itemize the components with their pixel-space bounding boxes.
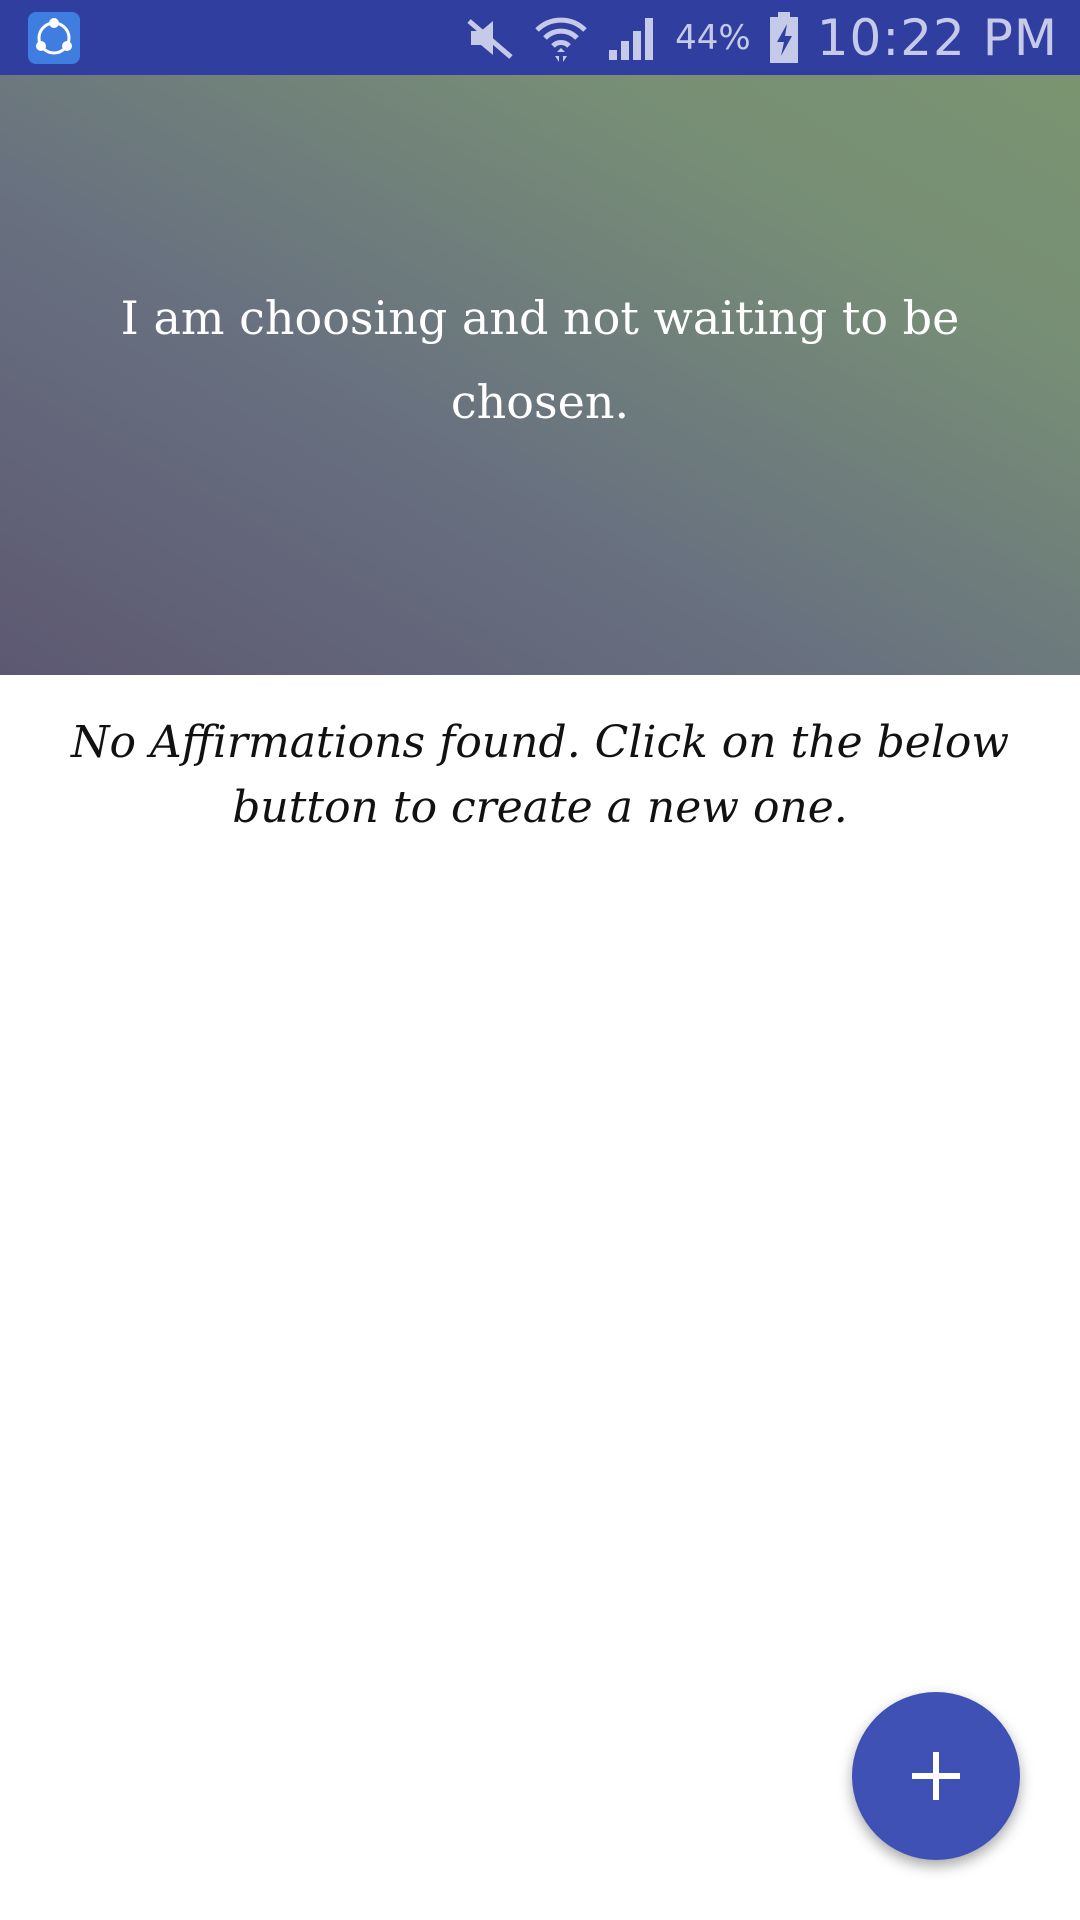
status-bar: 44% 10:22 PM [0, 0, 1080, 75]
signal-icon [607, 14, 657, 62]
empty-state-message: No Affirmations found. Click on the belo… [70, 717, 1010, 833]
add-affirmation-button[interactable] [852, 1692, 1020, 1860]
mute-icon [465, 15, 515, 61]
affirmation-hero: I am choosing and not waiting to be chos… [0, 75, 1080, 675]
battery-percentage: 44% [675, 17, 751, 58]
affirmation-text: I am choosing and not waiting to be chos… [120, 291, 960, 429]
wifi-icon [533, 12, 589, 64]
shareit-app-icon [28, 12, 80, 64]
plus-icon [908, 1748, 964, 1804]
status-icons: 44% 10:22 PM [465, 0, 1058, 75]
clock: 10:22 PM [816, 8, 1058, 67]
battery-charging-icon [769, 11, 799, 64]
